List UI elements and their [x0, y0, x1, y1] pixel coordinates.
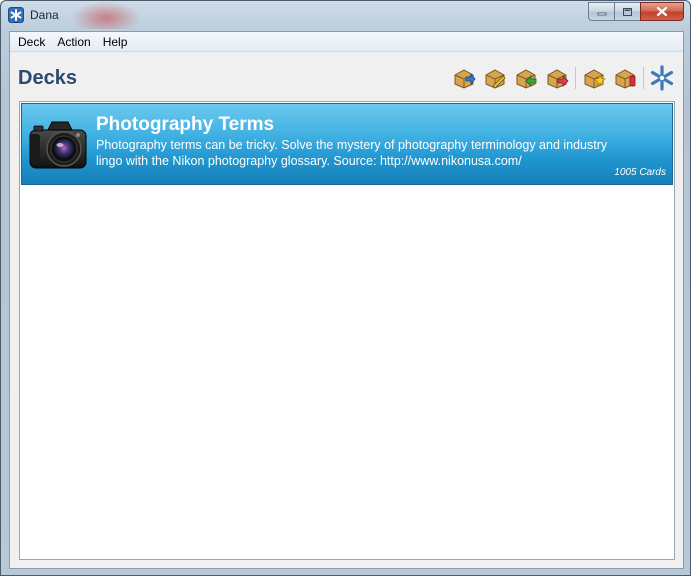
new-deck-button[interactable] — [581, 65, 607, 91]
decks-header: Decks — [10, 53, 683, 101]
window-title: Dana — [30, 8, 59, 22]
deck-edit-icon — [485, 69, 506, 89]
minimize-button[interactable] — [588, 2, 614, 21]
camera-icon — [28, 118, 90, 172]
deck-add-icon — [516, 69, 537, 89]
deck-remove-icon — [547, 69, 569, 89]
deck-delete-icon — [615, 69, 636, 89]
page-title: Decks — [18, 67, 77, 89]
deck-description: Photography terms can be tricky. Solve t… — [96, 138, 608, 168]
maximize-button[interactable] — [614, 2, 640, 21]
deck-list-item[interactable]: Photography Terms Photography terms can … — [21, 103, 673, 185]
deck-card-count: 1005 Cards — [614, 167, 666, 178]
edit-deck-button[interactable] — [482, 65, 508, 91]
close-icon — [656, 6, 668, 17]
delete-deck-button[interactable] — [612, 65, 638, 91]
caption-buttons — [588, 2, 684, 22]
toolbar-separator — [575, 67, 576, 89]
client-area: Deck Action Help Decks Photography Terms… — [9, 31, 684, 569]
asterisk-button[interactable] — [649, 65, 675, 91]
minimize-icon — [597, 12, 606, 15]
toolbar — [446, 65, 675, 91]
menu-action[interactable]: Action — [51, 32, 96, 52]
maximize-icon — [623, 7, 632, 16]
app-window: Dana Deck Action Help Decks Photography … — [0, 0, 691, 576]
deck-new-icon — [584, 69, 606, 89]
menu-deck[interactable]: Deck — [12, 32, 51, 52]
import-deck-button[interactable] — [451, 65, 477, 91]
asterisk-app-icon[interactable] — [8, 7, 24, 23]
title-bar[interactable]: Dana — [1, 1, 690, 31]
asterisk-icon — [650, 65, 674, 91]
deck-import-icon — [454, 69, 476, 89]
close-button[interactable] — [640, 2, 684, 21]
deck-list[interactable]: Photography Terms Photography terms can … — [19, 101, 675, 560]
deck-title: Photography Terms — [96, 114, 275, 135]
titlebar-background — [71, 1, 141, 29]
remove-deck-button[interactable] — [544, 65, 570, 91]
menu-help[interactable]: Help — [97, 32, 134, 52]
menu-bar: Deck Action Help — [10, 32, 683, 52]
toolbar-separator — [643, 67, 644, 89]
add-deck-button[interactable] — [513, 65, 539, 91]
